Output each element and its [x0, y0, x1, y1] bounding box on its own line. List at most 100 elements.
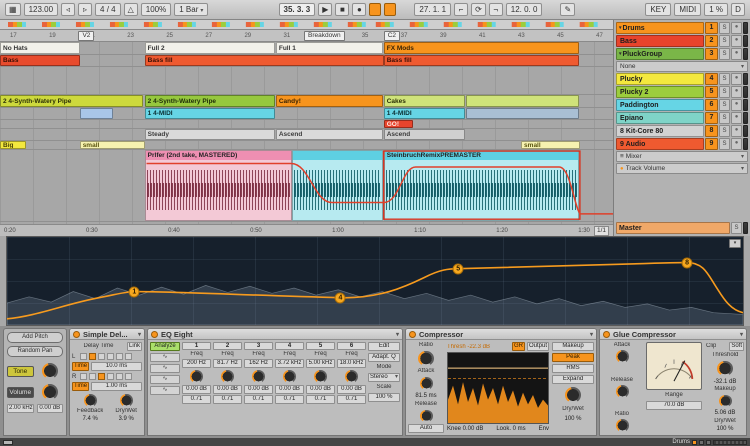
chevron-down-icon[interactable]: ▾: [590, 331, 593, 338]
audio-clip-header[interactable]: Prlfer (2nd take, MASTERED): [146, 151, 291, 160]
band-freq-value[interactable]: 3.72 kHz: [275, 359, 304, 368]
metronome-toggle[interactable]: △: [124, 3, 138, 16]
track-activator[interactable]: 9: [705, 138, 718, 150]
mode-select[interactable]: Stereo▾: [368, 373, 400, 382]
band-gain-knob[interactable]: [345, 370, 358, 383]
arrangement-lanes[interactable]: No Hats Full 2 Full 1 F: [0, 42, 613, 224]
arrangement-clip[interactable]: [466, 95, 579, 107]
arrangement-clip[interactable]: Bass fill: [145, 55, 384, 66]
tempo-display[interactable]: 123.00: [24, 3, 58, 16]
track-name[interactable]: 9 Audio: [616, 138, 704, 150]
arrangement-clip[interactable]: Full 1: [276, 42, 383, 54]
arrangement-clip[interactable]: 1 4-MIDI: [145, 108, 275, 119]
arrangement-position[interactable]: 35. 3. 3: [279, 3, 316, 16]
solo-button[interactable]: S: [719, 125, 730, 137]
track-activator[interactable]: 4: [705, 73, 718, 85]
band-q-value[interactable]: 0.71: [337, 395, 366, 404]
band-gain-value[interactable]: 0.00 dB: [337, 385, 366, 394]
track-name[interactable]: ▾PluckGroup: [616, 48, 704, 60]
peak-mode-button[interactable]: Peak: [552, 353, 594, 362]
tone-knob[interactable]: [42, 363, 58, 379]
band-gain-value[interactable]: 0.00 dB: [244, 385, 273, 394]
eq-spectrum-display[interactable]: 1 4 5 8 ▾: [6, 236, 744, 326]
band-activator[interactable]: 1: [182, 342, 211, 350]
eq-band-handle[interactable]: 8: [682, 257, 693, 268]
arm-button[interactable]: ●: [731, 112, 742, 124]
device-on-toggle[interactable]: [151, 331, 158, 338]
range-value[interactable]: 70.0 dB: [646, 401, 702, 410]
track-lane[interactable]: Big small small: [0, 141, 613, 150]
key-map-toggle[interactable]: KEY: [645, 3, 671, 16]
device-on-toggle[interactable]: [73, 331, 80, 338]
macro-button-add-pitch[interactable]: Add Pitch: [7, 332, 63, 343]
track-lane[interactable]: Steady Ascend Ascend: [0, 129, 613, 141]
threshold-value[interactable]: -32.1 dB: [706, 378, 744, 386]
ratio-knob[interactable]: [616, 419, 629, 432]
back-to-arrangement-button[interactable]: [384, 3, 396, 16]
sync-grid-cell[interactable]: [98, 353, 105, 360]
time-ruler[interactable]: 0:200:300:400:501:001:101:201:30 1/1: [0, 224, 613, 236]
band-gain-value[interactable]: 0.00 dB: [182, 385, 211, 394]
track-header[interactable]: Epiano 7 S ●: [616, 112, 748, 124]
arm-button[interactable]: ●: [731, 138, 742, 150]
lookahead-value[interactable]: Look. 0 ms: [496, 425, 525, 433]
arrangement-clip[interactable]: Ascend: [384, 129, 465, 140]
sync-grid-cell[interactable]: [107, 353, 114, 360]
arrangement-clip[interactable]: [466, 108, 579, 119]
volume-knob[interactable]: [42, 384, 58, 400]
arm-button[interactable]: ●: [731, 22, 742, 34]
audio-clip-header[interactable]: SteinbruchRemixPREMASTER: [385, 151, 578, 160]
track-name[interactable]: 8 Kit-Core 80: [616, 125, 704, 137]
time-signature[interactable]: 4 / 4: [95, 3, 121, 16]
arrangement-clip[interactable]: 2 4-Synth-Watery Pipe: [0, 95, 143, 107]
track-lane[interactable]: Bass Bass fill Bass fill: [0, 55, 613, 67]
arrangement-clip[interactable]: Full 2: [145, 42, 275, 54]
solo-button[interactable]: S: [719, 99, 730, 111]
audio-clip-header[interactable]: [293, 151, 382, 160]
track-name[interactable]: Paddington: [616, 99, 704, 111]
release-knob[interactable]: [616, 385, 629, 398]
arm-button[interactable]: ●: [731, 73, 742, 85]
arm-button[interactable]: ●: [731, 86, 742, 98]
play-button[interactable]: ▶: [318, 3, 332, 16]
locator-flag[interactable]: C2: [384, 31, 400, 41]
device-header[interactable]: Compressor ▾: [406, 329, 596, 340]
track-lane[interactable]: [0, 67, 613, 95]
macro-button-random-pan[interactable]: Random Pan: [7, 346, 63, 357]
filter-type-icon[interactable]: ∿: [150, 375, 180, 384]
filter-type-icon[interactable]: ∿: [150, 364, 180, 373]
dry-wet-knob[interactable]: [565, 387, 581, 403]
groove-amount[interactable]: 100%: [141, 3, 171, 16]
band-q-value[interactable]: 0.71: [306, 395, 335, 404]
sync-grid-cell[interactable]: [116, 353, 123, 360]
solo-button[interactable]: S: [719, 22, 730, 34]
eq-band-handle[interactable]: 1: [129, 286, 140, 297]
audio-clip[interactable]: [292, 150, 383, 221]
expand-mode-button[interactable]: Expand: [552, 375, 594, 384]
solo-button[interactable]: S: [719, 48, 730, 60]
track-header[interactable]: ▾PluckGroup 3 S ●: [616, 48, 748, 60]
dry-wet-value[interactable]: 100 %: [706, 425, 744, 433]
arrangement-clip[interactable]: Bass: [0, 55, 80, 66]
knee-value[interactable]: Knee 0.00 dB: [447, 425, 483, 433]
track-activator[interactable]: 2: [705, 35, 718, 47]
band-freq-value[interactable]: 5.00 kHz: [306, 359, 335, 368]
band-activator[interactable]: 5: [306, 342, 335, 350]
mini-clip-slot[interactable]: [706, 440, 711, 445]
arrangement-clip[interactable]: FX Mods: [384, 42, 579, 54]
track-lane[interactable]: GO!: [0, 120, 613, 129]
sync-grid-cell[interactable]: [80, 353, 87, 360]
analyze-toggle[interactable]: Analyze: [150, 342, 180, 351]
attack-knob[interactable]: [420, 377, 433, 390]
automation-device-chooser[interactable]: ≡Mixer▾: [616, 151, 748, 162]
track-name[interactable]: Bass: [616, 35, 704, 47]
arrangement-clip[interactable]: No Hats: [0, 42, 80, 54]
punch-out-toggle[interactable]: ¬: [489, 3, 503, 16]
output-view-button[interactable]: Output: [527, 342, 549, 351]
device-header[interactable]: EQ Eight ▾: [148, 329, 402, 340]
stop-button[interactable]: ■: [335, 3, 349, 16]
automation-parameter-chooser[interactable]: ●Track Volume▾: [616, 163, 748, 174]
band-freq-value[interactable]: 162 Hz: [244, 359, 273, 368]
track-lane[interactable]: 1 4-MIDI 1 4-MIDI: [0, 108, 613, 120]
arrangement-clip[interactable]: Steady: [145, 129, 275, 140]
